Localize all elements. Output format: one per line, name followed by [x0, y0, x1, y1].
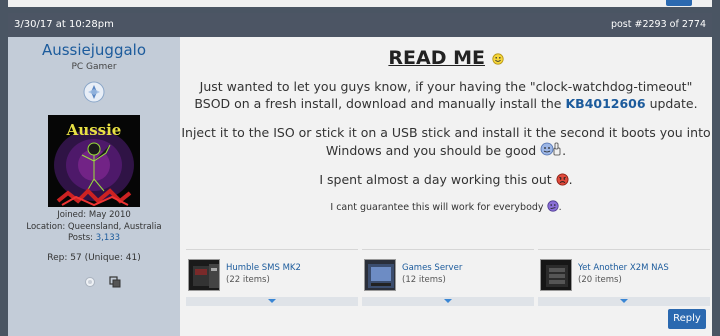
paragraph-time: I spent almost a day working this out . [180, 172, 712, 189]
paragraph-disclaimer: I cant guarantee this will work for ever… [180, 200, 712, 215]
chevron-down-icon [268, 299, 276, 303]
post-date: 3/30/17 at 10:28pm [14, 19, 114, 30]
thumbs-up-emoticon-icon [540, 142, 562, 161]
paragraph-bsod-end: update. [645, 95, 698, 111]
rig-card[interactable]: Humble SMS MK2 (22 items) [186, 249, 358, 311]
paragraph-disclaimer-period: . [558, 202, 562, 213]
post-number[interactable]: post #2293 of 2774 [611, 19, 706, 30]
post-count-link[interactable]: 3,133 [96, 233, 120, 243]
user-title: PC Gamer [71, 62, 117, 72]
post-header: 3/30/17 at 10:28pm post #2293 of 2774 [8, 13, 712, 37]
user-location: Location: Queensland, Australia [26, 221, 162, 232]
rig-thumbnail[interactable] [364, 259, 396, 291]
rig-expand-bar[interactable] [538, 297, 710, 306]
join-date: Joined: May 2010 [57, 210, 131, 220]
paragraph-bsod: Just wanted to let you guys know, if you… [180, 79, 712, 112]
unsure-emoticon-icon [546, 200, 559, 215]
rank-badge-icon [83, 81, 105, 103]
rig-card[interactable]: Games Server (12 items) [362, 249, 534, 311]
paragraph-time-period: . [568, 172, 573, 187]
kb-update-link[interactable]: KB4012606 [565, 96, 645, 111]
post-count-label: Posts: [67, 233, 96, 243]
user-details: Joined: May 2010 Location: Queensland, A… [8, 210, 180, 245]
user-info-pane: Aussiejuggalo PC Gamer Aussie Joined: Ma… [8, 37, 180, 336]
paragraph-inject: Inject it to the ISO or stick it on a US… [180, 125, 712, 160]
rig-name[interactable]: Humble SMS MK2 [226, 263, 301, 273]
rig-item-count: (12 items) [402, 275, 446, 285]
chevron-down-icon [444, 299, 452, 303]
smile-emoticon-icon [492, 48, 504, 70]
rig-thumbnail[interactable] [540, 259, 572, 291]
mad-emoticon-icon [556, 173, 569, 189]
rig-thumbnail[interactable] [188, 259, 220, 291]
post-count: Posts: 3,133 [8, 233, 180, 245]
post-content: READ ME Just wanted to let you guys know… [180, 37, 712, 336]
paragraph-inject-period: . [562, 142, 567, 158]
message-title-text: READ ME [388, 47, 485, 69]
rig-name[interactable]: Games Server [402, 263, 462, 273]
username-link[interactable]: Aussiejuggalo [8, 41, 180, 59]
rig-item-count: (22 items) [226, 275, 270, 285]
rig-expand-bar[interactable] [362, 297, 534, 306]
paragraph-inject-text: Inject it to the ISO or stick it on a US… [181, 125, 711, 158]
rig-expand-bar[interactable] [186, 297, 358, 306]
paragraph-time-text: I spent almost a day working this out [319, 172, 556, 187]
previous-post-footer [8, 0, 712, 7]
rig-card[interactable]: Yet Another X2M NAS (20 items) [538, 249, 710, 311]
rig-name[interactable]: Yet Another X2M NAS [578, 263, 669, 273]
message-title: READ ME [180, 47, 712, 70]
forum-post: 3/30/17 at 10:28pm post #2293 of 2774 Au… [8, 13, 712, 336]
paragraph-disclaimer-text: I cant guarantee this will work for ever… [330, 202, 547, 213]
previous-post-edge [0, 0, 720, 13]
reply-button[interactable]: Reply [668, 309, 706, 329]
rig-gallery: Humble SMS MK2 (22 items) Games Server (… [186, 249, 710, 319]
user-rig-icon [109, 276, 121, 288]
previous-reply-button[interactable] [666, 0, 692, 6]
rig-item-count: (20 items) [578, 275, 622, 285]
user-avatar[interactable]: Aussie [48, 115, 140, 207]
avatar-text: Aussie [66, 121, 122, 139]
offline-status-icon [85, 277, 95, 287]
user-status-icons [84, 273, 124, 288]
chevron-down-icon [620, 299, 628, 303]
user-reputation: Rep: 57 (Unique: 41) [47, 253, 141, 263]
